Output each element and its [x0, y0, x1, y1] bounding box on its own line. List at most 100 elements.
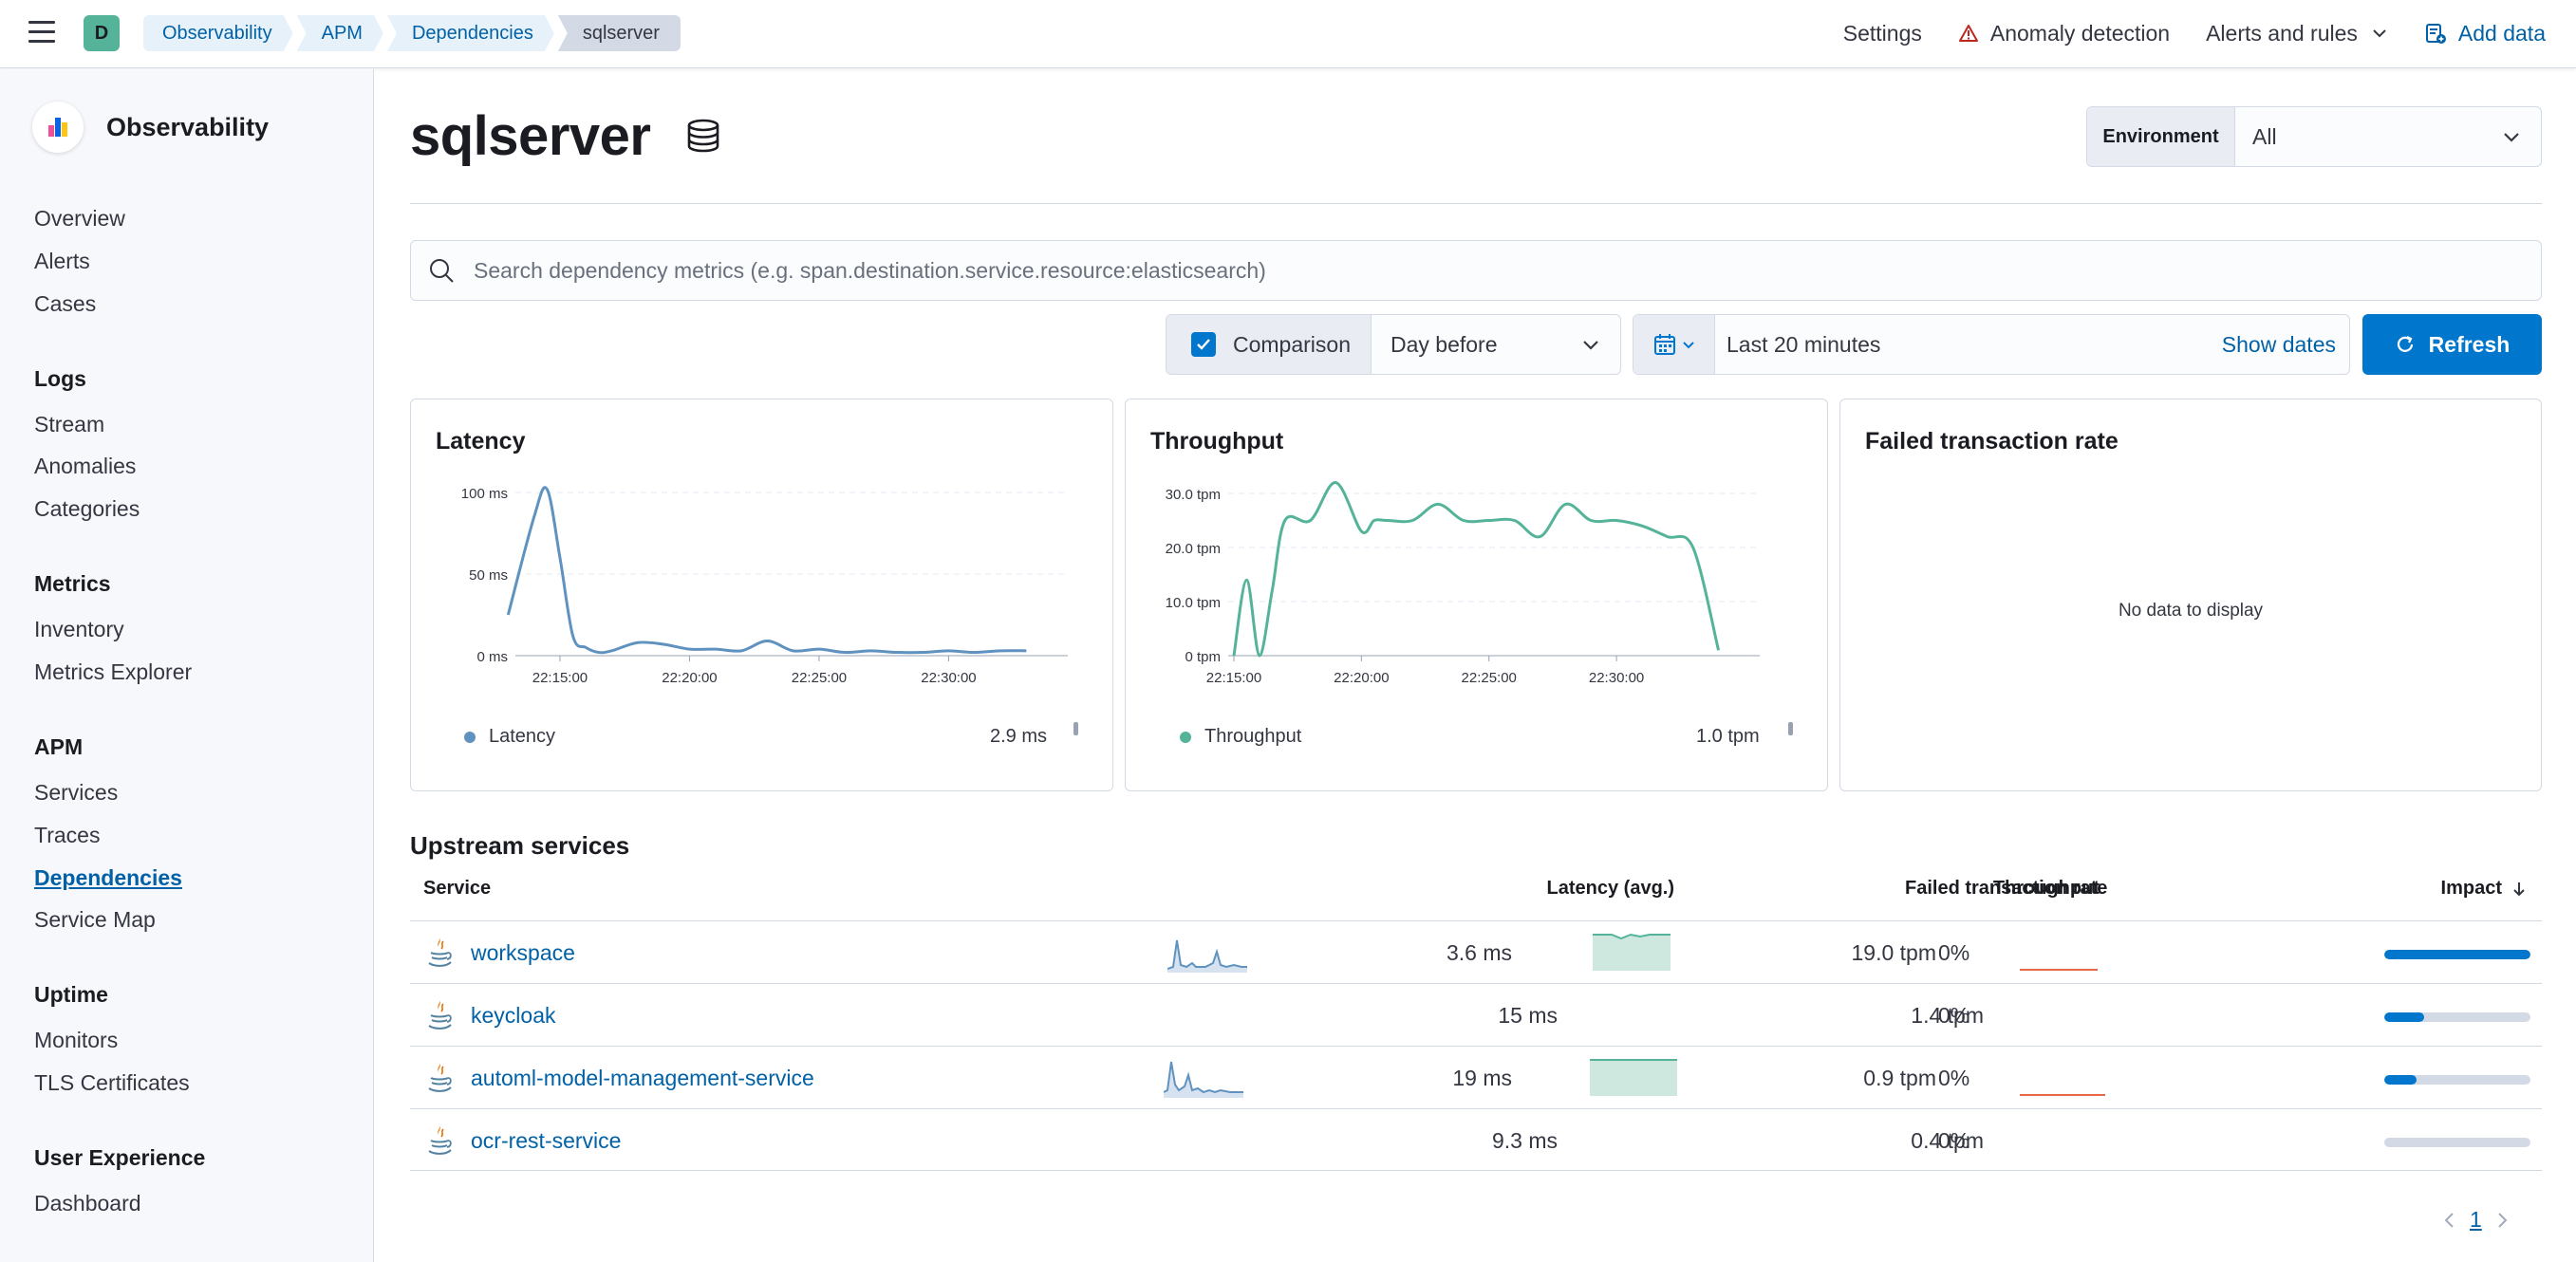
service-link[interactable]: keycloak [471, 1003, 856, 1029]
sidebar-item-stream[interactable]: Stream [34, 412, 104, 437]
x-tick-label: 22:20:00 [662, 670, 717, 686]
comparison-select[interactable]: Day before [1372, 315, 1620, 374]
page-number[interactable]: 1 [2470, 1207, 2482, 1233]
comparison-toggle[interactable]: Comparison [1167, 315, 1372, 374]
sidebar-title: Observability [106, 113, 270, 141]
latency-legend-value: 2.9 ms [990, 726, 1048, 747]
series-line-throughput [1232, 481, 1721, 658]
failed-rate-panel: Failed transaction rate No data to displ… [1839, 399, 2542, 791]
breadcrumb-apm[interactable]: APM [297, 15, 383, 51]
y-tick-label: 10.0 tpm [1166, 595, 1221, 611]
date-picker: Last 20 minutes Show dates [1633, 314, 2350, 375]
comparison-label: Comparison [1233, 331, 1351, 357]
column-service[interactable]: Service [423, 878, 491, 900]
service-link[interactable]: automl-model-management-service [471, 1066, 856, 1091]
y-tick-label: 30.0 tpm [1166, 487, 1221, 503]
sidebar-item-anomalies[interactable]: Anomalies [34, 454, 136, 479]
throughput-legend-label: Throughput [1204, 726, 1302, 747]
sidebar-item-services[interactable]: Services [34, 780, 118, 806]
upstream-services-title: Upstream services [410, 831, 630, 860]
sidebar-item-overview[interactable]: Overview [34, 206, 125, 232]
warning-icon [1958, 25, 1978, 42]
column-latency[interactable]: Latency (avg.) [1547, 878, 1674, 900]
latency-sparkline [1164, 1061, 1243, 1098]
refresh-button[interactable]: Refresh [2362, 314, 2542, 375]
header-divider [410, 203, 2542, 204]
sidebar-item-service-map[interactable]: Service Map [34, 907, 156, 933]
breadcrumb-dependencies[interactable]: Dependencies [387, 15, 554, 51]
sidebar-item-inventory[interactable]: Inventory [34, 617, 124, 642]
chevron-down-icon [1583, 341, 1598, 350]
add-data-icon [2425, 24, 2446, 44]
y-tick-label: 20.0 tpm [1166, 541, 1221, 557]
environment-value: All [2252, 123, 2277, 149]
throughput-panel: Throughput 0 tpm 10.0 tpm 20.0 tpm 30.0 tpm… [1125, 399, 1828, 791]
x-tick-label: 22:25:00 [792, 670, 847, 686]
impact-bar-fill [2384, 1075, 2417, 1085]
x-tick-label: 22:20:00 [1334, 670, 1389, 686]
sidebar-item-categories[interactable]: Categories [34, 496, 140, 522]
sparkline-area [1593, 935, 1671, 971]
legend-scrollbar[interactable] [1788, 722, 1793, 735]
service-link[interactable]: workspace [471, 940, 856, 966]
chevron-down-icon [1682, 342, 1694, 349]
sidebar-section-metrics: Metrics [34, 571, 111, 596]
x-tick-label: 22:30:00 [1589, 670, 1644, 686]
y-tick-label: 0 ms [476, 649, 508, 665]
sidebar-item-alerts[interactable]: Alerts [34, 249, 90, 274]
search-input[interactable] [474, 257, 2467, 284]
latency-value: 3.6 ms [1446, 940, 1512, 965]
space-avatar[interactable]: D [84, 15, 120, 51]
sparkline-area [1590, 1060, 1677, 1096]
anomaly-detection-link[interactable]: Anomaly detection [1958, 21, 2170, 46]
column-failed-rate[interactable]: Failed transaction rate [1905, 878, 2107, 900]
chevron-left-icon[interactable] [2443, 1211, 2456, 1230]
impact-bar [2384, 1012, 2530, 1022]
sidebar-item-traces[interactable]: Traces [34, 823, 100, 848]
latency-sparkline [1167, 939, 1247, 973]
check-icon [1197, 339, 1210, 350]
throughput-legend-value: 1.0 tpm [1696, 726, 1760, 747]
legend-scrollbar[interactable] [1073, 722, 1078, 735]
failed-rate-title: Failed transaction rate [1865, 428, 2119, 455]
add-data-link[interactable]: Add data [2424, 21, 2546, 46]
table-row: keycloak 15 ms 1.4 tpm 0% [410, 983, 2542, 1046]
refresh-icon [2397, 336, 2413, 352]
sidebar-item-metrics-explorer[interactable]: Metrics Explorer [34, 659, 192, 685]
failed-rate-value: 0% [1938, 940, 1970, 965]
column-impact[interactable]: Impact [2441, 878, 2529, 900]
show-dates-link[interactable]: Show dates [2222, 315, 2349, 374]
chevron-right-icon[interactable] [2495, 1211, 2509, 1230]
environment-select[interactable]: Environment All [2086, 106, 2542, 167]
impact-bar [2384, 1075, 2530, 1085]
throughput-value: 19.0 tpm [1851, 940, 1937, 965]
table-row: workspace 3.6 ms 19.0 tpm 0% [410, 920, 2542, 983]
quick-select-button[interactable] [1633, 315, 1715, 374]
breadcrumb: Observability APM Dependencies sqlserver [143, 15, 684, 51]
sidebar-item-monitors[interactable]: Monitors [34, 1028, 118, 1053]
sidebar: Observability Overview Alerts Cases Logs… [0, 69, 374, 1262]
sidebar-item-tls-certificates[interactable]: TLS Certificates [34, 1070, 190, 1096]
service-link[interactable]: ocr-rest-service [471, 1128, 856, 1154]
throughput-legend[interactable]: Throughput [1180, 726, 1301, 748]
sidebar-item-dependencies[interactable]: Dependencies [34, 865, 182, 891]
latency-value: 19 ms [1452, 1066, 1512, 1090]
breadcrumb-current: sqlserver [557, 15, 681, 51]
breadcrumb-observability[interactable]: Observability [143, 15, 293, 51]
comparison-checkbox[interactable] [1191, 332, 1216, 357]
comparison-value: Day before [1391, 331, 1498, 357]
x-tick-label: 22:15:00 [532, 670, 588, 686]
observability-logo-icon [32, 102, 84, 153]
sidebar-item-dashboard[interactable]: Dashboard [34, 1191, 141, 1216]
menu-icon[interactable] [28, 21, 55, 44]
comparison-control: Comparison Day before [1166, 314, 1621, 375]
alerts-rules-menu[interactable]: Alerts and rules [2206, 21, 2388, 46]
throughput-sparkline [1593, 933, 1671, 971]
settings-link[interactable]: Settings [1843, 21, 1922, 46]
latency-legend[interactable]: Latency [464, 726, 555, 748]
date-range-value[interactable]: Last 20 minutes [1715, 315, 2222, 374]
sidebar-section-logs: Logs [34, 366, 86, 391]
legend-dot [1180, 731, 1191, 743]
sidebar-item-cases[interactable]: Cases [34, 291, 96, 317]
sort-down-icon [2513, 882, 2525, 896]
